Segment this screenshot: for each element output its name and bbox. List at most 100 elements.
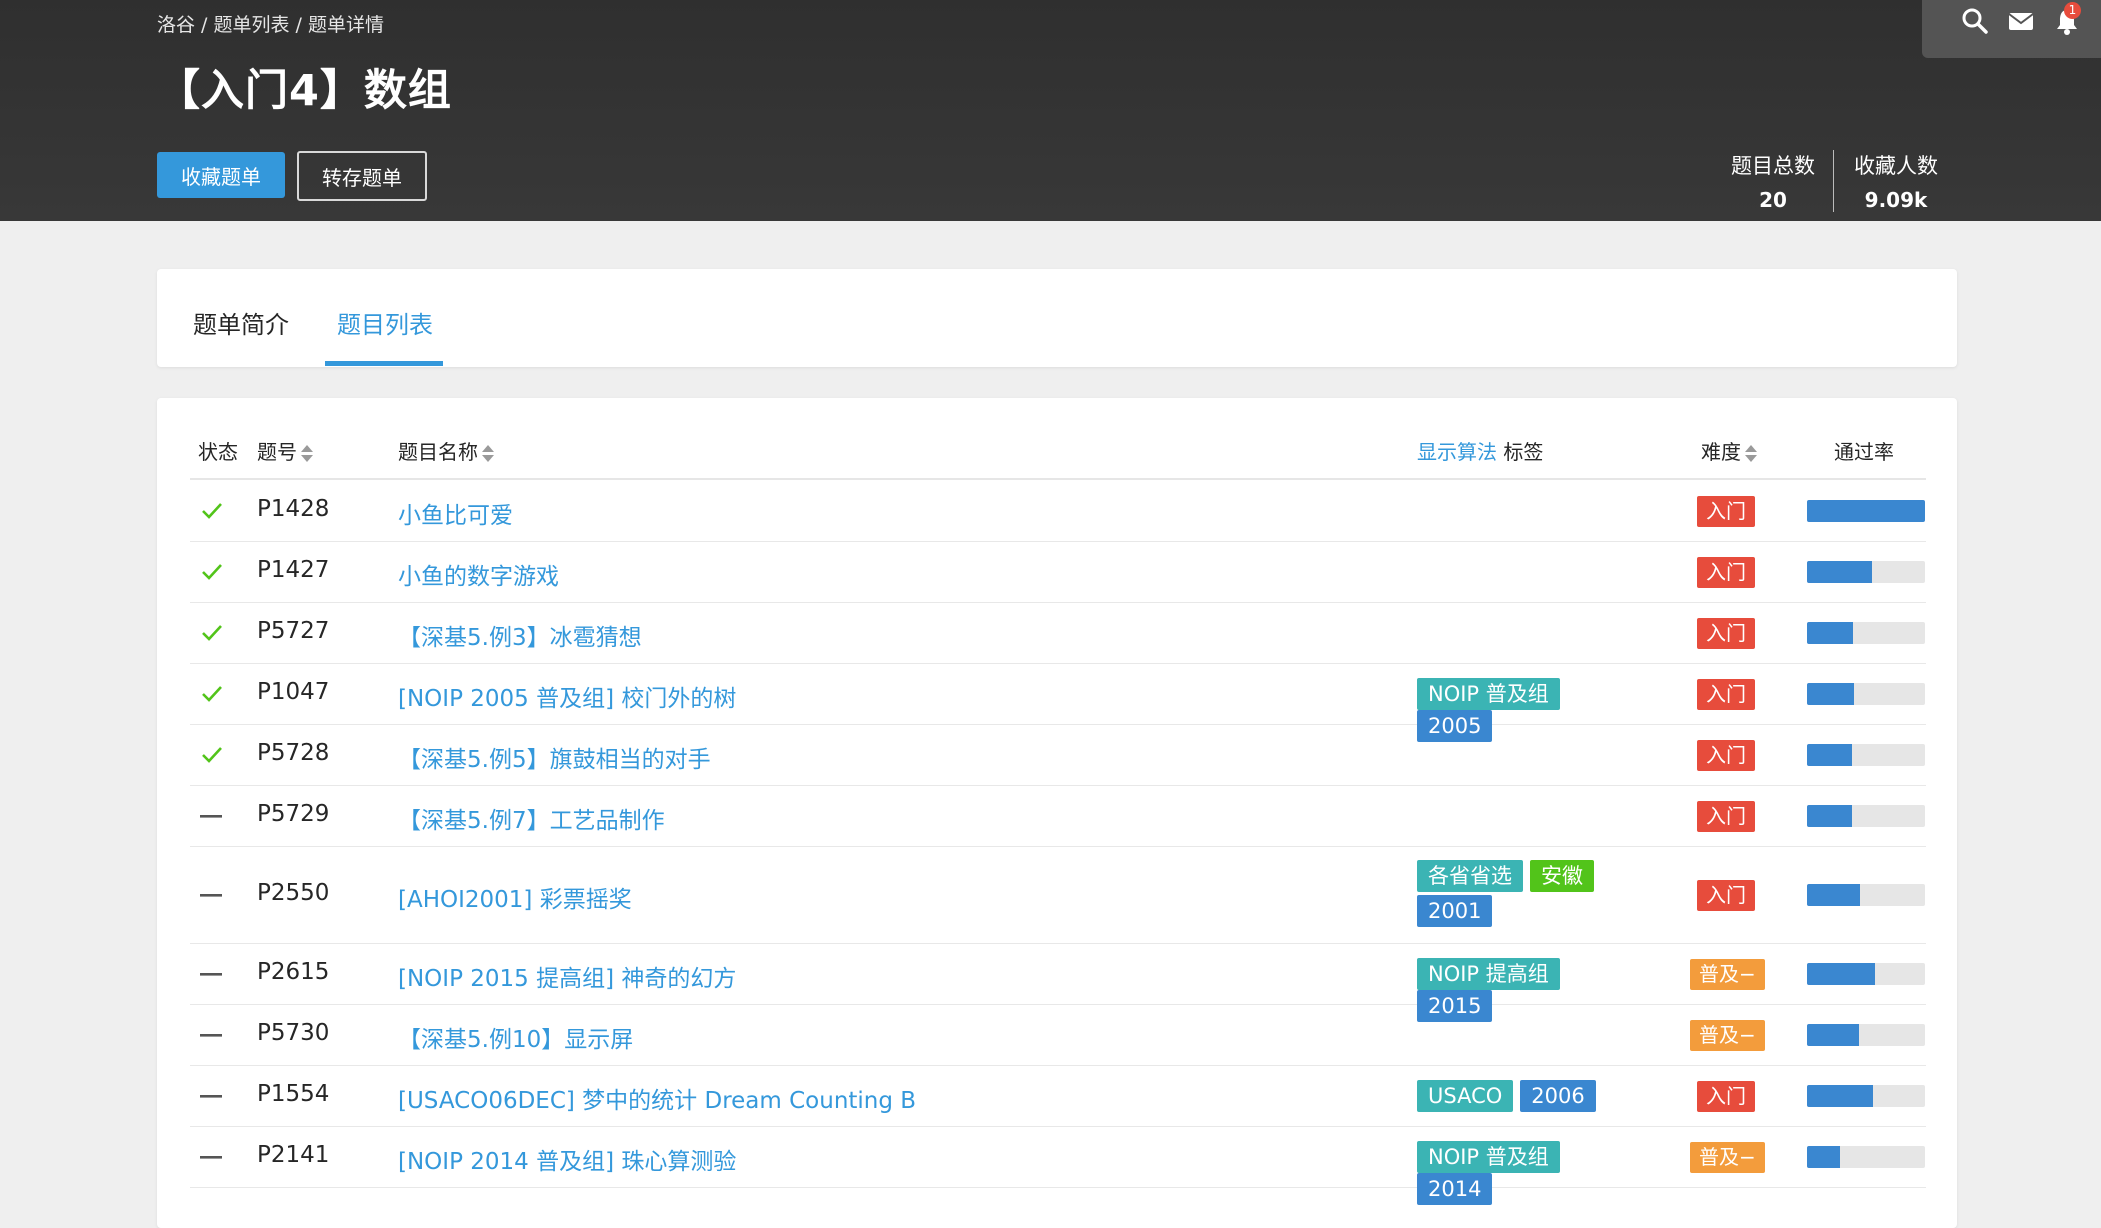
pass-rate-fill: [1807, 1023, 1859, 1046]
pass-rate-fill: [1807, 621, 1854, 644]
pass-rate-bar: [1807, 1145, 1925, 1168]
difficulty-badge: 入门: [1697, 800, 1755, 832]
problem-title-link[interactable]: 【深基5.例3】冰雹猜想: [398, 618, 642, 652]
table-row: P1554 [USACO06DEC] 梦中的统计 Dream Counting B…: [190, 1065, 1926, 1127]
header: 洛谷 / 题单列表 / 题单详情 【入门4】数组 收藏题单 转存题单 题目总数 …: [0, 0, 2101, 221]
pass-rate-bar: [1807, 621, 1925, 644]
tag[interactable]: NOIP 普及组: [1417, 677, 1560, 710]
pass-rate-fill: [1807, 962, 1876, 985]
pass-rate-bar: [1807, 962, 1925, 985]
problem-title-link[interactable]: 【深基5.例10】显示屏: [398, 1020, 633, 1054]
difficulty-badge: 入门: [1697, 739, 1755, 771]
tag[interactable]: NOIP 普及组: [1417, 1140, 1560, 1173]
problem-id: P5730: [257, 1019, 330, 1046]
pass-rate-bar: [1807, 743, 1925, 766]
header-name[interactable]: 题目名称: [398, 436, 494, 465]
notification-badge: 1: [2064, 2, 2081, 19]
sort-icon[interactable]: [301, 444, 313, 464]
status-none-icon: [200, 893, 222, 898]
sort-icon[interactable]: [482, 444, 494, 464]
header-status: 状态: [198, 440, 238, 464]
breadcrumb-item-list[interactable]: 题单列表: [214, 14, 290, 36]
tab-intro[interactable]: 题单简介: [193, 305, 289, 340]
header-tags: 显示算法 标签: [1417, 436, 1543, 465]
problem-id: P1047: [257, 678, 330, 705]
header-pid-label: 题号: [257, 440, 297, 464]
breadcrumb: 洛谷 / 题单列表 / 题单详情: [157, 10, 384, 37]
tag[interactable]: USACO: [1417, 1079, 1514, 1112]
copy-training-button[interactable]: 转存题单: [297, 151, 427, 201]
pass-rate-fill: [1807, 743, 1852, 766]
problem-id: P2141: [257, 1141, 330, 1168]
favorite-button[interactable]: 收藏题单: [157, 152, 285, 198]
sort-icon[interactable]: [1745, 444, 1757, 464]
table-row: P2550 [AHOI2001] 彩票摇奖 各省省选 安徽 2001 入门: [190, 846, 1926, 944]
tabs-card: 题单简介 题目列表: [157, 269, 1957, 367]
status-accepted-icon: [200, 682, 224, 706]
status-accepted-icon: [200, 560, 224, 584]
tag-group: NOIP 普及组2014: [1417, 1140, 1617, 1205]
problem-id: P5727: [257, 617, 330, 644]
difficulty-badge: 普及−: [1690, 958, 1765, 990]
pass-rate-bar: [1807, 883, 1925, 906]
tag[interactable]: 2014: [1417, 1172, 1493, 1205]
pass-rate-fill: [1807, 682, 1855, 705]
problem-title-link[interactable]: [AHOI2001] 彩票摇奖: [398, 880, 632, 914]
tab-active-indicator: [325, 361, 443, 366]
mail-icon[interactable]: [2006, 6, 2036, 36]
header-pid[interactable]: 题号: [257, 436, 313, 465]
tag[interactable]: NOIP 提高组: [1417, 957, 1560, 990]
pass-rate-bar: [1807, 499, 1925, 522]
pass-rate-fill: [1807, 1084, 1874, 1107]
table-row: P5727 【深基5.例3】冰雹猜想 入门: [190, 602, 1926, 664]
table-row: P5730 【深基5.例10】显示屏 普及−: [190, 1004, 1926, 1066]
tab-problem-list[interactable]: 题目列表: [337, 305, 433, 340]
pass-rate-bar: [1807, 1023, 1925, 1046]
breadcrumb-item-home[interactable]: 洛谷: [157, 14, 195, 36]
difficulty-badge: 入门: [1697, 678, 1755, 710]
status-none-icon: [200, 814, 222, 819]
difficulty-badge: 入门: [1697, 1080, 1755, 1112]
status-accepted-icon: [200, 743, 224, 767]
header-name-label: 题目名称: [398, 440, 478, 464]
problem-title-link[interactable]: [NOIP 2014 普及组] 珠心算测验: [398, 1142, 736, 1176]
stat-value: 20: [1759, 188, 1787, 212]
pass-rate-fill: [1807, 883, 1861, 906]
pass-rate-bar: [1807, 682, 1925, 705]
problem-title-link[interactable]: [NOIP 2015 提高组] 神奇的幻方: [398, 959, 736, 993]
problem-title-link[interactable]: 【深基5.例5】旗鼓相当的对手: [398, 740, 711, 774]
difficulty-badge: 普及−: [1690, 1019, 1765, 1051]
pass-rate-bar: [1807, 1084, 1925, 1107]
difficulty-badge: 入门: [1697, 617, 1755, 649]
pass-rate-bar: [1807, 560, 1925, 583]
tag[interactable]: 2001: [1417, 895, 1493, 927]
table-row: P5728 【深基5.例5】旗鼓相当的对手 入门: [190, 724, 1926, 786]
difficulty-badge: 入门: [1697, 556, 1755, 588]
problem-title-link[interactable]: [NOIP 2005 普及组] 校门外的树: [398, 679, 736, 713]
problem-id: P5729: [257, 800, 330, 827]
show-algorithm-toggle[interactable]: 显示算法: [1417, 440, 1497, 464]
stat-favorite-count: 收藏人数 9.09k: [1841, 150, 1951, 212]
search-icon[interactable]: [1960, 6, 1990, 36]
breadcrumb-separator: /: [289, 14, 308, 36]
table-row: P5729 【深基5.例7】工艺品制作 入门: [190, 785, 1926, 847]
header-difficulty[interactable]: 难度: [1701, 436, 1757, 465]
table-header: 状态 题号 题目名称 显示算法 标签 难度 通过率: [157, 398, 1957, 480]
pass-rate-fill: [1807, 499, 1925, 522]
stat-label: 收藏人数: [1854, 154, 1938, 178]
tag[interactable]: 2006: [1520, 1079, 1596, 1112]
pass-rate-bar: [1807, 804, 1925, 827]
header-tags-label: 标签: [1503, 440, 1544, 464]
tag[interactable]: 安徽: [1530, 860, 1594, 892]
status-accepted-icon: [200, 499, 224, 523]
problem-title-link[interactable]: [USACO06DEC] 梦中的统计 Dream Counting B: [398, 1081, 916, 1115]
problem-title-link[interactable]: 小鱼的数字游戏: [398, 557, 559, 591]
status-none-icon: [200, 1033, 222, 1038]
problem-title-link[interactable]: 【深基5.例7】工艺品制作: [398, 801, 665, 835]
breadcrumb-separator: /: [195, 14, 214, 36]
problem-title-link[interactable]: 小鱼比可爱: [398, 496, 513, 530]
tag-group: USACO 2006: [1417, 1079, 1617, 1112]
stat-divider: [1833, 150, 1834, 212]
tag[interactable]: 各省省选: [1417, 860, 1523, 892]
pass-rate-fill: [1807, 1145, 1841, 1168]
